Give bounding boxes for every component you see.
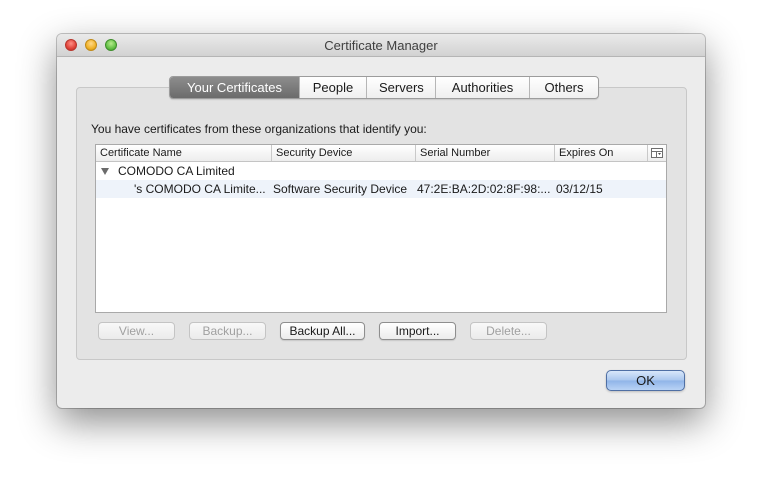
tree-group-row[interactable]: COMODO CA Limited — [96, 162, 666, 180]
tab-authorities[interactable]: Authorities — [435, 77, 529, 98]
description-text: You have certificates from these organiz… — [91, 122, 427, 136]
import-button[interactable]: Import... — [379, 322, 456, 340]
column-header-serial-number[interactable]: Serial Number — [416, 145, 555, 161]
titlebar[interactable]: Certificate Manager — [57, 34, 705, 57]
tab-people[interactable]: People — [299, 77, 366, 98]
column-header-certificate-name[interactable]: Certificate Name — [96, 145, 272, 161]
delete-button[interactable]: Delete... — [470, 322, 547, 340]
cell-certificate-name: 's COMODO CA Limite... — [134, 182, 266, 196]
table-header: Certificate Name Security Device Serial … — [96, 145, 666, 162]
cell-serial-number: 47:2E:BA:2D:02:8F:98:... — [417, 182, 551, 196]
cell-security-device: Software Security Device — [273, 182, 408, 196]
certificate-manager-window: Certificate Manager Your Certificates Pe… — [57, 34, 705, 408]
certificate-tree[interactable]: Certificate Name Security Device Serial … — [95, 144, 667, 313]
table-row[interactable]: 's COMODO CA Limite... Software Security… — [96, 180, 666, 198]
tab-bar: Your Certificates People Servers Authori… — [169, 76, 599, 99]
column-picker-icon[interactable] — [648, 145, 666, 161]
group-name: COMODO CA Limited — [118, 164, 235, 178]
tab-others[interactable]: Others — [529, 77, 598, 98]
disclosure-triangle-icon[interactable] — [101, 168, 109, 175]
tab-servers[interactable]: Servers — [366, 77, 435, 98]
backup-all-button[interactable]: Backup All... — [280, 322, 365, 340]
tab-your-certificates[interactable]: Your Certificates — [170, 77, 299, 98]
cell-expires-on: 03/12/15 — [556, 182, 603, 196]
column-header-expires-on[interactable]: Expires On — [555, 145, 648, 161]
backup-button[interactable]: Backup... — [189, 322, 266, 340]
ok-button[interactable]: OK — [606, 370, 685, 391]
column-header-security-device[interactable]: Security Device — [272, 145, 416, 161]
view-button[interactable]: View... — [98, 322, 175, 340]
window-title: Certificate Manager — [324, 38, 438, 53]
